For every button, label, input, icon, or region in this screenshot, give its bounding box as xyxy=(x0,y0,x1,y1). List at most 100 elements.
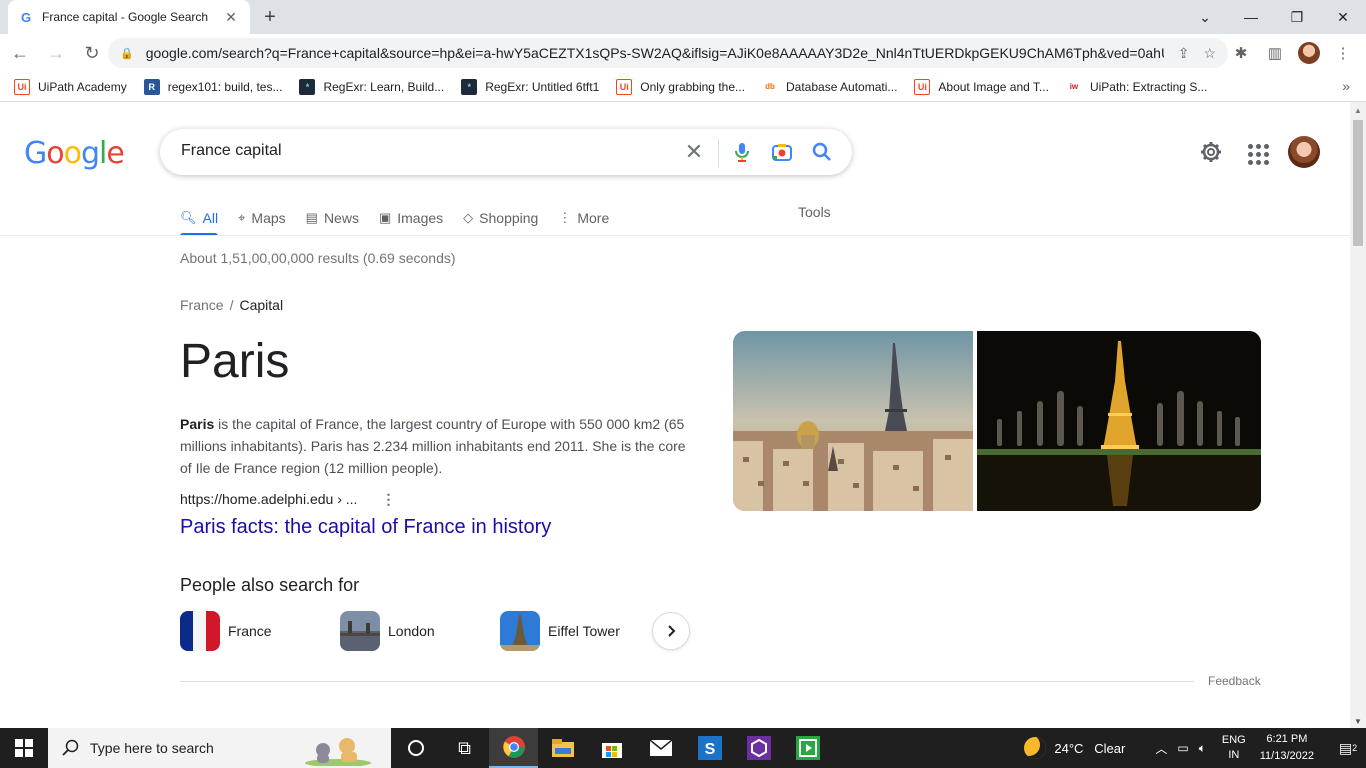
clear-search-icon[interactable]: ✕ xyxy=(682,140,706,164)
url-text[interactable]: google.com/search?q=France+capital&sourc… xyxy=(146,45,1164,61)
uipath-assistant-icon[interactable] xyxy=(734,728,783,768)
tab-title: France capital - Google Search xyxy=(42,10,209,24)
close-tab-icon[interactable]: ✕ xyxy=(222,9,240,26)
featured-snippet: Paris is the capital of France, the larg… xyxy=(180,413,692,479)
tools-button[interactable]: Tools xyxy=(798,202,831,234)
eiffel-tower-thumbnail xyxy=(500,611,540,651)
browser-toolbar: ← → ↻ 🔒 google.com/search?q=France+capit… xyxy=(0,34,1366,72)
uipath-robot-icon[interactable] xyxy=(783,728,832,768)
lang-code: ENG xyxy=(1221,734,1246,746)
google-apps-icon[interactable] xyxy=(1242,137,1272,167)
close-window-button[interactable]: ✕ xyxy=(1320,0,1366,34)
windows-start-icon[interactable] xyxy=(0,728,48,768)
browser-tab[interactable]: G France capital - Google Search ✕ xyxy=(8,0,250,34)
mail-icon[interactable] xyxy=(636,728,685,768)
tab-more[interactable]: ⋮ More xyxy=(558,202,609,234)
bookmark-item[interactable]: Ui Only grabbing the... xyxy=(616,78,745,95)
breadcrumb: France / Capital xyxy=(180,297,283,313)
search-icon[interactable] xyxy=(810,140,834,164)
lock-icon[interactable]: 🔒 xyxy=(120,47,134,60)
restore-button[interactable]: ❐ xyxy=(1274,0,1320,34)
scroll-down-icon[interactable]: ▼ xyxy=(1354,717,1362,726)
result-link[interactable]: Paris facts: the capital of France in hi… xyxy=(180,516,551,539)
reload-button[interactable]: ↻ xyxy=(76,37,108,69)
more-vert-icon: ⋮ xyxy=(558,210,572,225)
snippet-text: is the capital of France, the largest co… xyxy=(180,416,686,476)
chrome-taskbar-icon[interactable] xyxy=(489,728,538,768)
bookmark-label: RegExr: Untitled 6tft1 xyxy=(485,79,600,94)
network-icon[interactable]: ▭ xyxy=(1177,741,1188,755)
page-scrollbar[interactable]: ▲ ▼ xyxy=(1350,102,1366,728)
task-view-icon[interactable]: ⧉ xyxy=(440,728,489,768)
camera-icon[interactable] xyxy=(770,140,794,164)
cortana-icon[interactable] xyxy=(391,728,440,768)
bookmark-item[interactable]: Ui UiPath Academy xyxy=(14,78,127,95)
taskbar-search-box[interactable]: Type here to search xyxy=(48,728,391,768)
next-chevron-button[interactable] xyxy=(652,612,690,650)
tab-shopping[interactable]: ◇ Shopping xyxy=(463,202,538,234)
volume-icon[interactable]: 🔈︎ xyxy=(1199,741,1206,756)
notifications-icon[interactable]: ▤ 2 xyxy=(1330,728,1366,768)
back-button[interactable]: ← xyxy=(4,37,36,69)
taskbar-search-placeholder[interactable]: Type here to search xyxy=(90,740,214,756)
related-search-item[interactable]: France xyxy=(180,611,340,651)
svg-text:S: S xyxy=(704,741,715,758)
uipath-studio-icon[interactable]: S xyxy=(685,728,734,768)
cite-url[interactable]: https://home.adelphi.edu › ... xyxy=(180,491,357,507)
search-highlight-illustration xyxy=(305,738,371,766)
system-clock[interactable]: 6:21 PM 11/13/2022 xyxy=(1260,731,1314,765)
chrome-menu-icon[interactable]: ⋮ xyxy=(1332,38,1354,68)
bookmark-label: RegExr: Learn, Build... xyxy=(323,79,445,94)
breadcrumb-current: Capital xyxy=(239,297,284,313)
share-icon[interactable]: ⇪ xyxy=(1178,45,1190,62)
bookmarks-overflow-icon[interactable]: » xyxy=(1342,78,1350,94)
bookmark-star-icon[interactable]: ☆ xyxy=(1203,45,1216,62)
uipath-icon: Ui xyxy=(14,78,30,95)
profile-avatar[interactable] xyxy=(1298,42,1320,64)
tab-maps[interactable]: ⌖ Maps xyxy=(238,202,286,234)
scrollbar-thumb[interactable] xyxy=(1353,120,1363,246)
bookmark-item[interactable]: * RegExr: Learn, Build... xyxy=(299,78,445,95)
settings-gear-icon[interactable] xyxy=(1196,137,1226,167)
bookmark-item[interactable]: Ui About Image and T... xyxy=(914,78,1049,95)
account-avatar[interactable] xyxy=(1288,136,1320,168)
extensions-icon[interactable]: ✱ xyxy=(1230,38,1252,68)
scroll-up-icon[interactable]: ▲ xyxy=(1354,106,1362,115)
windows-taskbar: Type here to search ⧉ S 24°C Clear ︿ ▭ 🔈… xyxy=(0,728,1366,768)
tab-label: More xyxy=(577,210,610,226)
file-explorer-icon[interactable] xyxy=(538,728,587,768)
new-tab-button[interactable]: + xyxy=(258,5,282,29)
tag-icon: ◇ xyxy=(463,210,474,225)
tab-images[interactable]: ▣ Images xyxy=(379,202,443,234)
forward-button[interactable]: → xyxy=(40,37,72,69)
language-indicator[interactable]: ENG IN xyxy=(1222,733,1246,763)
bookmark-item[interactable]: Rregex101: build, tes... xyxy=(143,78,282,95)
minimize-button[interactable]: — xyxy=(1228,0,1274,34)
side-panel-icon[interactable]: ▥ xyxy=(1264,38,1286,68)
bookmark-item[interactable]: iw UiPath: Extracting S... xyxy=(1066,79,1208,95)
related-search-item[interactable]: Eiffel Tower xyxy=(500,611,660,651)
microsoft-store-icon[interactable] xyxy=(587,728,636,768)
paris-night-image[interactable] xyxy=(977,331,1261,511)
weather-condition: Clear xyxy=(1094,740,1126,756)
result-menu-icon[interactable]: ⋮ xyxy=(381,491,395,507)
show-hidden-icons-chevron[interactable]: ︿ xyxy=(1155,740,1167,757)
search-nav-tabs: 🔍︎ All ⌖ Maps ▤ News ▣ Images ◇ Shopping ⋮ Mor… xyxy=(180,202,629,236)
related-search-item[interactable]: London xyxy=(340,611,500,651)
bookmark-item[interactable]: * RegExr: Untitled 6tft1 xyxy=(461,78,600,95)
breadcrumb-parent[interactable]: France xyxy=(180,297,224,313)
weather-widget[interactable]: 24°C Clear xyxy=(1024,737,1125,759)
tab-label: Images xyxy=(397,210,444,226)
microphone-icon[interactable] xyxy=(730,140,754,164)
clock-time: 6:21 PM xyxy=(1266,733,1308,745)
google-logo[interactable]: Google xyxy=(24,136,125,171)
paris-day-image[interactable] xyxy=(733,331,973,511)
search-input[interactable]: France capital xyxy=(181,142,282,160)
address-bar[interactable]: 🔒 google.com/search?q=France+capital&sou… xyxy=(108,38,1228,68)
chevron-right-icon xyxy=(668,625,676,637)
tab-search-icon[interactable]: ⌄ xyxy=(1182,0,1228,34)
tab-all[interactable]: 🔍︎ All xyxy=(180,202,219,236)
bookmark-item[interactable]: db Database Automati... xyxy=(762,79,897,95)
feedback-link[interactable]: Feedback xyxy=(1208,674,1261,688)
tab-news[interactable]: ▤ News xyxy=(306,202,359,234)
